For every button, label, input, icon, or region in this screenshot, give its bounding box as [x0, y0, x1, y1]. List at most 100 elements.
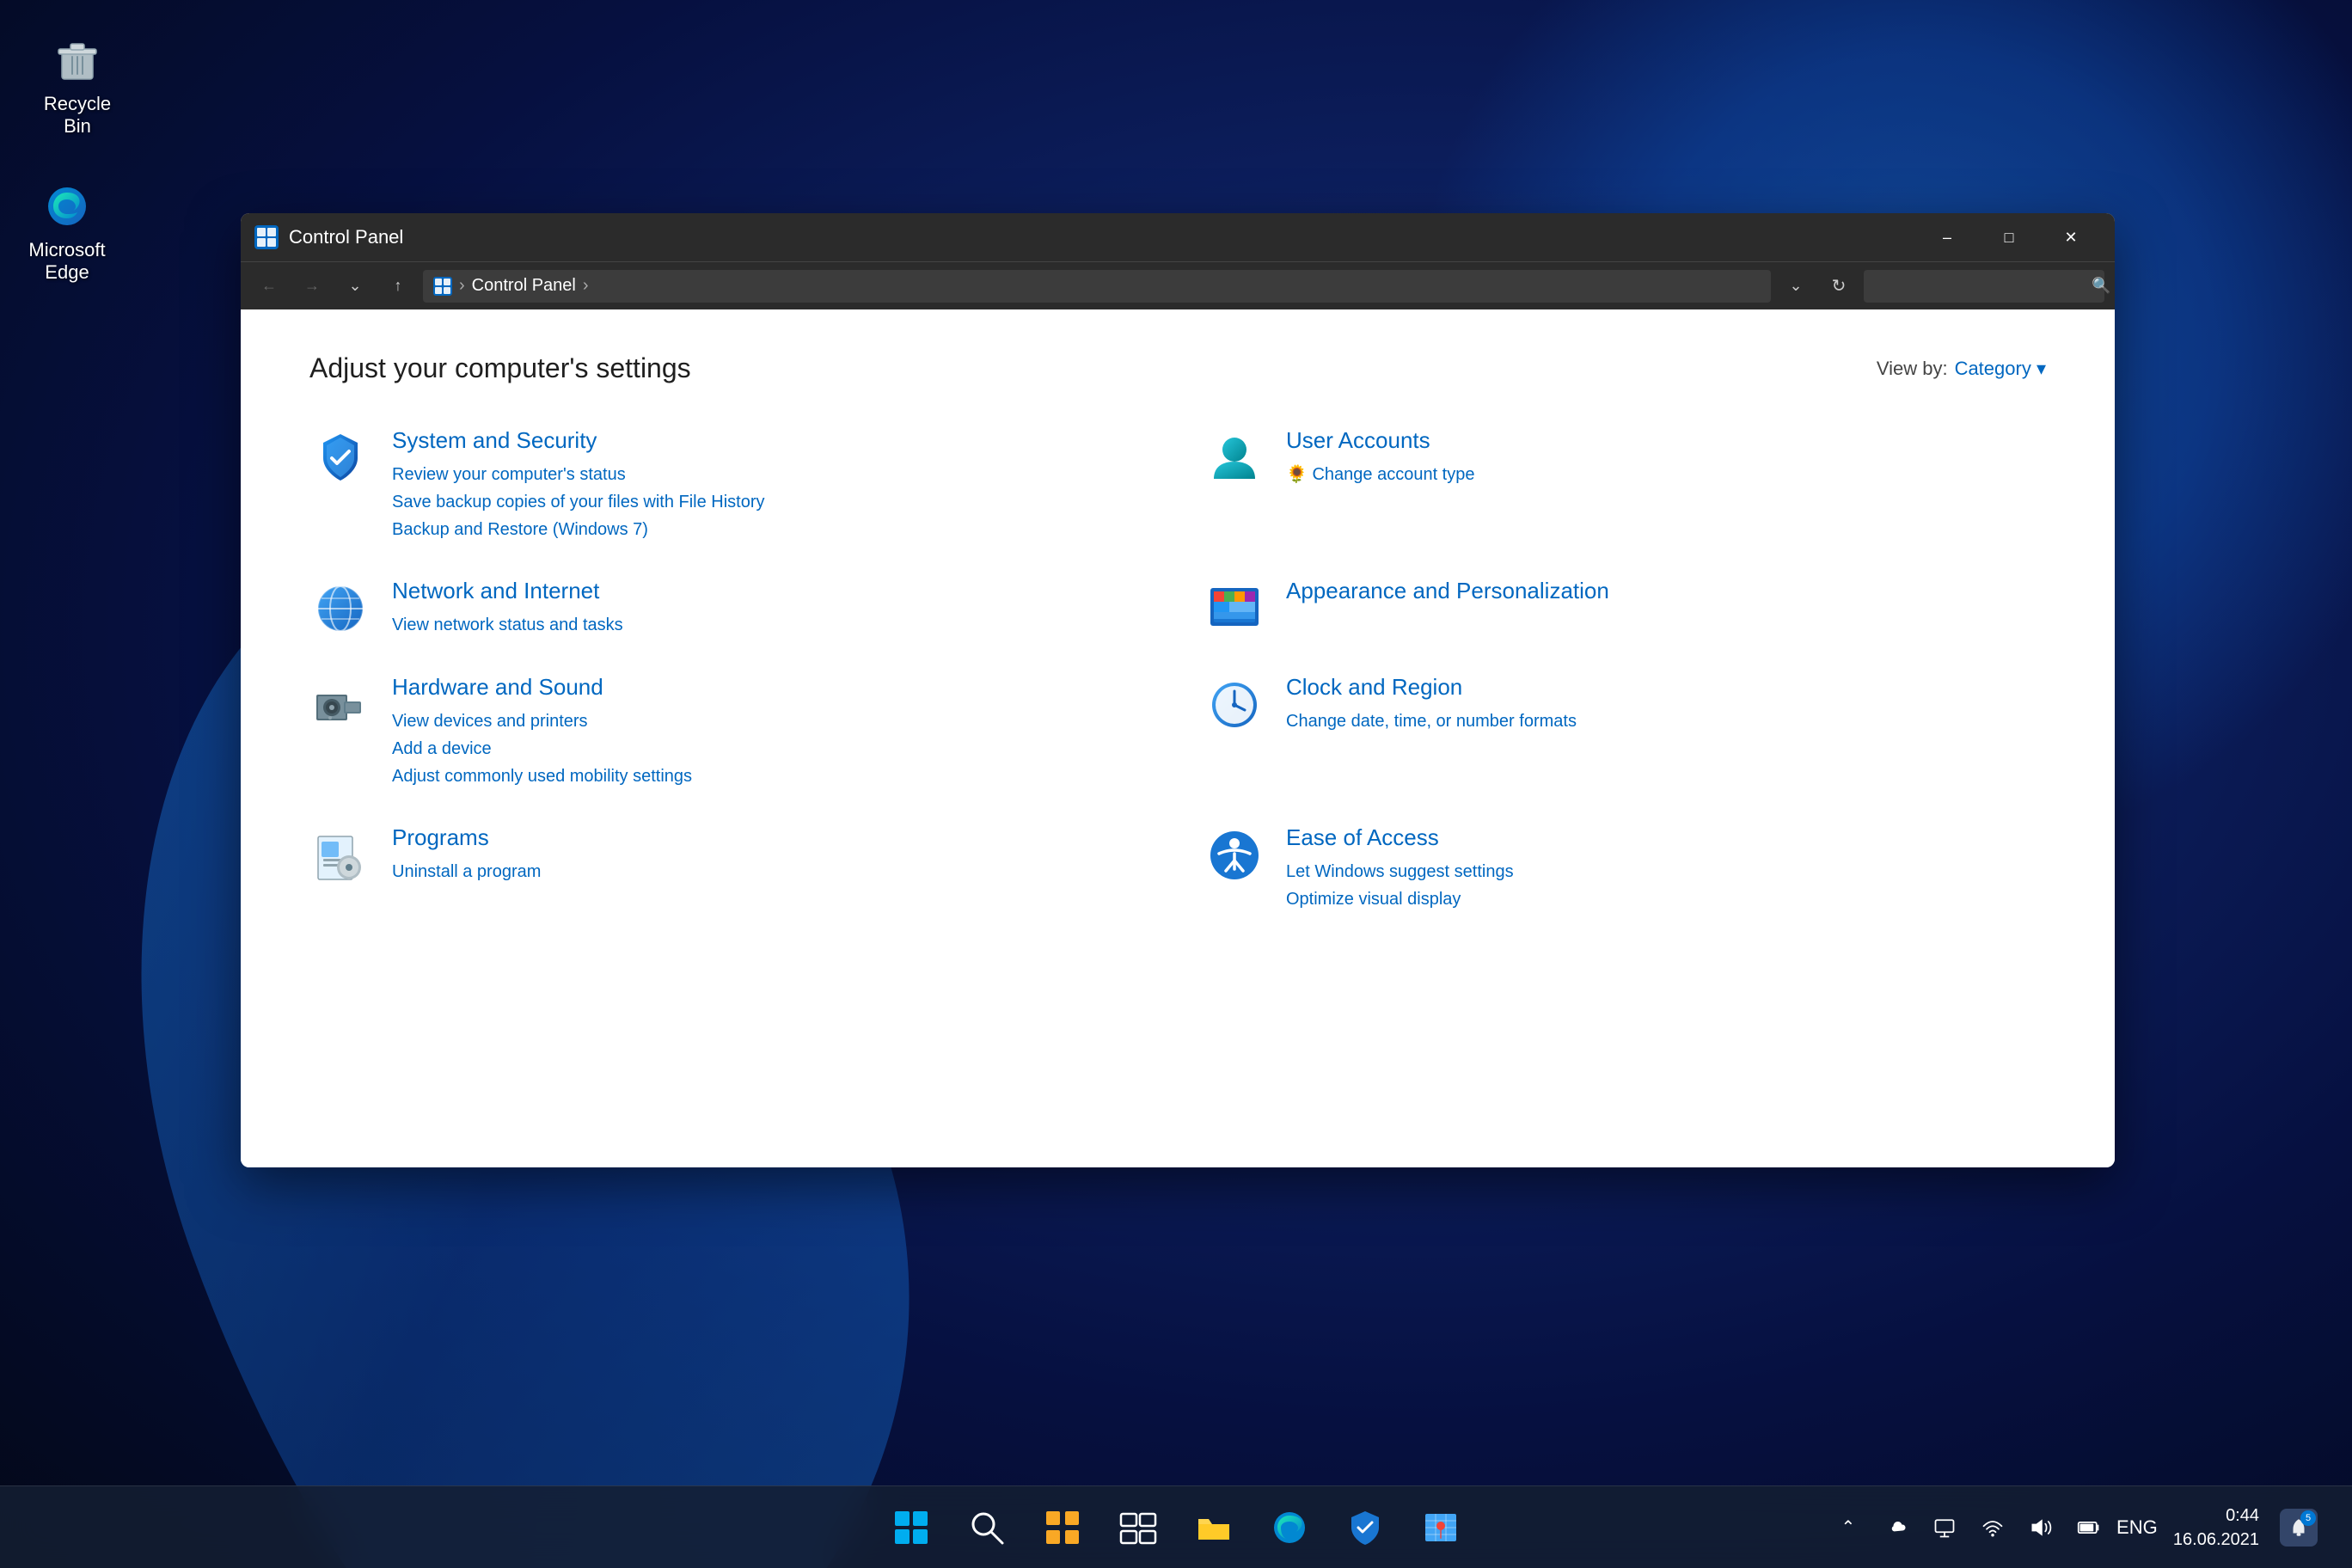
hardware-sound-link-1[interactable]: View devices and printers — [392, 707, 692, 735]
programs-link-1[interactable]: Uninstall a program — [392, 858, 541, 885]
clock-region-content: Clock and Region Change date, time, or n… — [1286, 674, 1577, 735]
ease-of-access-link-2[interactable]: Optimize visual display — [1286, 885, 1514, 913]
search-icon: 🔍 — [2092, 277, 2110, 295]
ease-of-access-content: Ease of Access Let Windows suggest setti… — [1286, 824, 1514, 913]
clock-time: 0:44 — [2173, 1504, 2259, 1528]
content-area: Adjust your computer's settings View by:… — [241, 309, 2115, 1167]
maximize-button[interactable]: □ — [1979, 217, 2039, 257]
view-by-control: View by: Category ▾ — [1877, 358, 2046, 380]
dropdown-button[interactable]: ⌄ — [337, 270, 373, 303]
programs-icon — [309, 824, 371, 886]
notification-badge: 5 — [2300, 1510, 2316, 1526]
tray-icons: ⌃ — [1833, 1512, 2153, 1543]
category-system-security: System and Security Review your computer… — [309, 427, 1152, 543]
ease-of-access-icon — [1204, 824, 1265, 886]
window-controls: – □ ✕ — [1917, 217, 2101, 257]
programs-content: Programs Uninstall a program — [392, 824, 541, 885]
appearance-title[interactable]: Appearance and Personalization — [1286, 578, 1609, 604]
page-title: Adjust your computer's settings — [309, 352, 691, 384]
system-security-content: System and Security Review your computer… — [392, 427, 765, 543]
language-tray-label[interactable]: ENG — [2122, 1512, 2153, 1543]
network-internet-link-1[interactable]: View network status and tasks — [392, 611, 623, 639]
system-security-link-3[interactable]: Backup and Restore (Windows 7) — [392, 516, 765, 543]
map-taskbar-button[interactable] — [1406, 1497, 1475, 1559]
edge-label: Microsoft Edge — [22, 239, 112, 284]
clock-region-title[interactable]: Clock and Region — [1286, 674, 1577, 701]
network-internet-icon — [309, 578, 371, 640]
hardware-sound-link-2[interactable]: Add a device — [392, 735, 692, 763]
clock-region-icon — [1204, 674, 1265, 736]
battery-tray-icon[interactable] — [2073, 1512, 2104, 1543]
recycle-bin-icon[interactable]: Recycle Bin — [26, 26, 129, 144]
system-security-title[interactable]: System and Security — [392, 427, 765, 454]
microsoft-edge-icon[interactable]: Microsoft Edge — [15, 172, 119, 291]
view-by-value[interactable]: Category ▾ — [1955, 358, 2046, 380]
user-accounts-title[interactable]: User Accounts — [1286, 427, 1474, 454]
edge-taskbar-button[interactable] — [1255, 1497, 1324, 1559]
category-appearance: Appearance and Personalization — [1204, 578, 2046, 640]
address-bar: ← → ⌄ ↑ › Control Panel › ⌄ ↻ 🔍 — [241, 261, 2115, 309]
category-network-internet: Network and Internet View network status… — [309, 578, 1152, 640]
cloud-icon[interactable] — [1881, 1512, 1912, 1543]
control-panel-window: Control Panel – □ ✕ ← → ⌄ ↑ › — [241, 213, 2115, 1167]
path-control-panel[interactable]: Control Panel — [472, 276, 576, 296]
taskbar-items — [877, 1497, 1475, 1559]
hardware-sound-title[interactable]: Hardware and Sound — [392, 674, 692, 701]
taskbar: ⌃ — [0, 1485, 2352, 1568]
search-taskbar-button[interactable] — [952, 1497, 1021, 1559]
system-security-link-2[interactable]: Save backup copies of your files with Fi… — [392, 488, 765, 516]
category-ease-of-access: Ease of Access Let Windows suggest setti… — [1204, 824, 2046, 913]
file-explorer-button[interactable] — [1028, 1497, 1097, 1559]
title-bar-icon — [254, 225, 279, 249]
shield-taskbar-button[interactable] — [1331, 1497, 1400, 1559]
recycle-bin-image — [50, 33, 105, 88]
address-path[interactable]: › Control Panel › — [423, 270, 1771, 303]
system-security-link-1[interactable]: Review your computer's status — [392, 461, 765, 488]
category-hardware-sound: Hardware and Sound View devices and prin… — [309, 674, 1152, 790]
hardware-sound-icon — [309, 674, 371, 736]
back-button[interactable]: ← — [251, 270, 287, 303]
volume-tray-icon[interactable] — [2025, 1512, 2056, 1543]
category-programs: Programs Uninstall a program — [309, 824, 1152, 913]
chevron-tray-icon[interactable]: ⌃ — [1833, 1512, 1864, 1543]
user-accounts-link-1[interactable]: 🌻 Change account type — [1286, 461, 1474, 488]
hardware-sound-content: Hardware and Sound View devices and prin… — [392, 674, 692, 790]
wifi-tray-icon[interactable] — [1977, 1512, 2008, 1543]
system-security-icon — [309, 427, 371, 489]
task-view-button[interactable] — [1104, 1497, 1173, 1559]
refresh-button[interactable]: ↻ — [1821, 270, 1857, 303]
start-button[interactable] — [877, 1497, 946, 1559]
ease-of-access-link-1[interactable]: Let Windows suggest settings — [1286, 858, 1514, 885]
search-input[interactable] — [1874, 277, 2085, 296]
system-tray: ⌃ — [1833, 1500, 2318, 1555]
folder-button[interactable] — [1179, 1497, 1248, 1559]
close-button[interactable]: ✕ — [2041, 217, 2101, 257]
clock-region-link-1[interactable]: Change date, time, or number formats — [1286, 707, 1577, 735]
view-by-label: View by: — [1877, 358, 1948, 380]
hardware-sound-link-3[interactable]: Adjust commonly used mobility settings — [392, 763, 692, 790]
path-arrow-2: › — [583, 276, 589, 296]
address-dropdown-button[interactable]: ⌄ — [1778, 270, 1814, 303]
search-bar[interactable]: 🔍 — [1864, 270, 2104, 303]
minimize-button[interactable]: – — [1917, 217, 1977, 257]
window-title: Control Panel — [289, 226, 1917, 248]
network-tray-icon[interactable] — [1929, 1512, 1960, 1543]
clock-area[interactable]: 0:44 16.06.2021 — [2166, 1500, 2266, 1555]
categories-grid: System and Security Review your computer… — [309, 427, 2046, 913]
recycle-bin-label: Recycle Bin — [33, 93, 122, 138]
ease-of-access-title[interactable]: Ease of Access — [1286, 824, 1514, 851]
path-arrow-1: › — [459, 276, 465, 296]
notification-button[interactable]: 5 — [2280, 1509, 2318, 1547]
desktop: Recycle Bin Microsoft Edge — [0, 0, 2352, 1568]
appearance-icon — [1204, 578, 1265, 640]
network-internet-title[interactable]: Network and Internet — [392, 578, 623, 604]
appearance-content: Appearance and Personalization — [1286, 578, 1609, 611]
content-header: Adjust your computer's settings View by:… — [309, 352, 2046, 384]
clock-date: 16.06.2021 — [2173, 1528, 2259, 1552]
network-internet-content: Network and Internet View network status… — [392, 578, 623, 639]
programs-title[interactable]: Programs — [392, 824, 541, 851]
forward-button[interactable]: → — [294, 270, 330, 303]
user-accounts-icon — [1204, 427, 1265, 489]
edge-image — [40, 179, 95, 234]
up-button[interactable]: ↑ — [380, 270, 416, 303]
